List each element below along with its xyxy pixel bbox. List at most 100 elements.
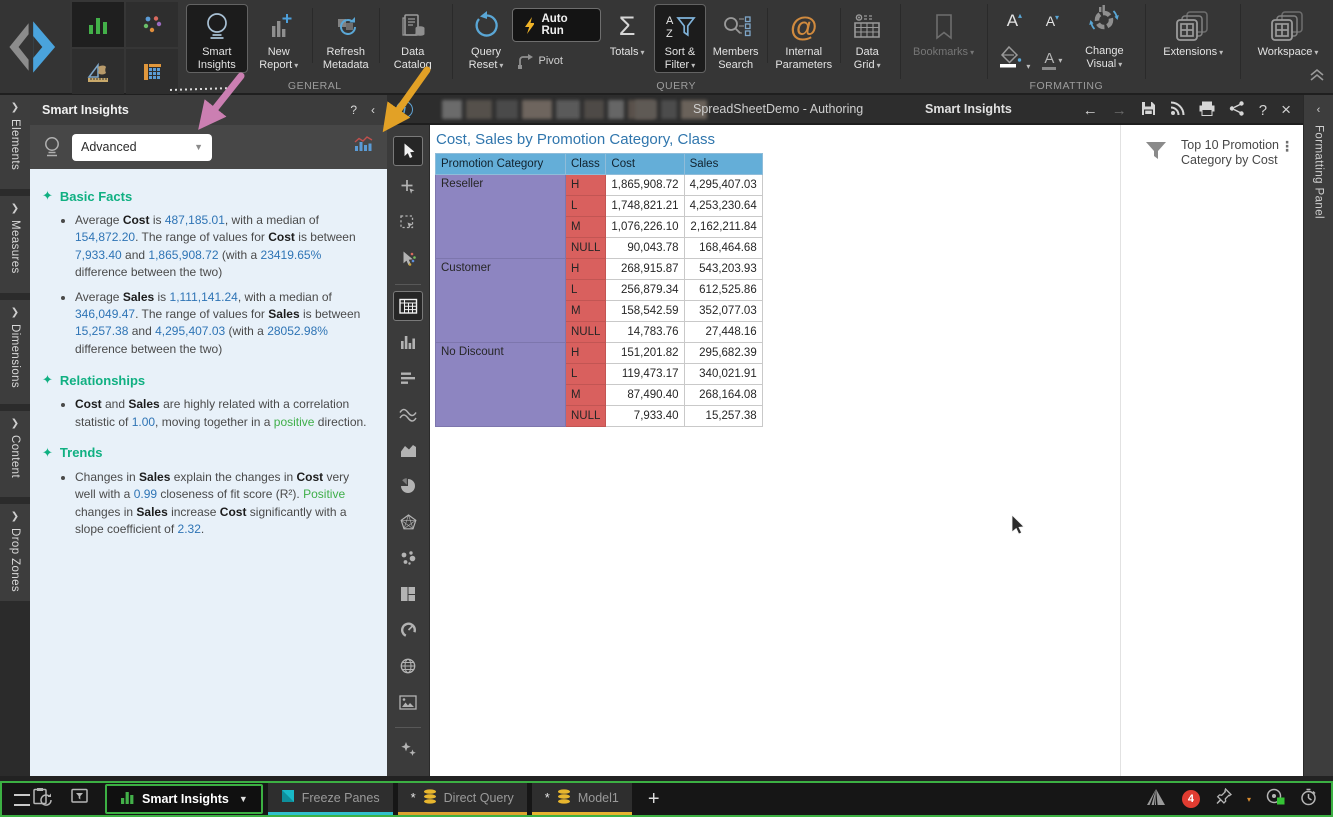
refresh-metadata-button[interactable]: Refresh Metadata bbox=[315, 4, 377, 73]
sales-cell[interactable]: 15,257.38 bbox=[684, 406, 762, 427]
font-increase-button[interactable]: A▴ bbox=[1007, 11, 1022, 31]
new-tab-button[interactable]: + bbox=[632, 783, 676, 815]
formatting-panel-strip[interactable]: ‹ Formatting Panel bbox=[1303, 95, 1333, 776]
area-chart-visual-tool[interactable] bbox=[393, 435, 423, 465]
sales-cell[interactable]: 168,464.68 bbox=[684, 238, 762, 259]
cost-cell[interactable]: 1,865,908.72 bbox=[606, 175, 684, 196]
forward-button[interactable]: → bbox=[1112, 102, 1127, 119]
column-header-class[interactable]: Class bbox=[566, 154, 606, 175]
canvas[interactable]: Cost, Sales by Promotion Category, Class… bbox=[430, 125, 1120, 776]
collapse-ribbon-button[interactable] bbox=[1309, 68, 1325, 87]
sales-cell[interactable]: 27,448.16 bbox=[684, 322, 762, 343]
line-chart-visual-tool[interactable] bbox=[393, 399, 423, 429]
sales-cell[interactable]: 4,295,407.03 bbox=[684, 175, 762, 196]
category-cell[interactable]: Reseller bbox=[436, 175, 566, 259]
query-reset-button[interactable]: Query Reset▾ bbox=[461, 4, 512, 73]
cost-cell[interactable]: 268,915.87 bbox=[606, 259, 684, 280]
insight-level-dropdown[interactable]: Advanced ▼ bbox=[72, 134, 212, 161]
column-header-promotion-category[interactable]: Promotion Category bbox=[436, 154, 566, 175]
quick-measure-tool-button[interactable] bbox=[72, 49, 124, 94]
workspace-button[interactable]: Workspace▾ bbox=[1249, 4, 1327, 60]
share-button[interactable] bbox=[1229, 101, 1245, 120]
taskbar-tab-model1[interactable]: *Model1 bbox=[532, 783, 632, 815]
row-chart-visual-tool[interactable] bbox=[393, 363, 423, 393]
sidebar-tab-measures[interactable]: ❯Measures bbox=[0, 196, 30, 293]
font-color-button[interactable]: A▾ bbox=[1042, 50, 1062, 67]
radar-chart-visual-tool[interactable] bbox=[393, 507, 423, 537]
bookmarks-button[interactable]: Bookmarks▾ bbox=[909, 4, 979, 60]
table-row[interactable]: No DiscountH151,201.82295,682.39 bbox=[436, 343, 763, 364]
print-button[interactable] bbox=[1199, 101, 1215, 120]
table-visual-tool[interactable] bbox=[393, 291, 423, 321]
cost-cell[interactable]: 1,076,226.10 bbox=[606, 217, 684, 238]
panel-collapse-button[interactable]: ‹ bbox=[371, 103, 375, 117]
sales-cell[interactable]: 340,021.91 bbox=[684, 364, 762, 385]
class-cell[interactable]: H bbox=[566, 259, 606, 280]
cost-cell[interactable]: 7,933.40 bbox=[606, 406, 684, 427]
sales-cell[interactable]: 295,682.39 bbox=[684, 343, 762, 364]
class-cell[interactable]: H bbox=[566, 175, 606, 196]
members-search-button[interactable]: Members Search bbox=[706, 4, 764, 73]
quick-bar-visual-button[interactable] bbox=[72, 2, 124, 47]
close-button[interactable]: × bbox=[1281, 100, 1291, 120]
sales-cell[interactable]: 543,203.93 bbox=[684, 259, 762, 280]
class-cell[interactable]: M bbox=[566, 217, 606, 238]
pointer-tool[interactable] bbox=[393, 136, 423, 166]
pivot-button[interactable]: Pivot bbox=[516, 53, 563, 69]
sidebar-tab-content[interactable]: ❯Content bbox=[0, 411, 30, 497]
cost-cell[interactable]: 119,473.17 bbox=[606, 364, 684, 385]
scatter-chart-visual-tool[interactable] bbox=[393, 543, 423, 573]
sidebar-tab-dimensions[interactable]: ❯Dimensions bbox=[0, 300, 30, 404]
back-button[interactable]: ← bbox=[1083, 102, 1098, 119]
class-cell[interactable]: NULL bbox=[566, 238, 606, 259]
broadcast-icon[interactable] bbox=[1170, 101, 1185, 120]
filter-view-button[interactable] bbox=[71, 788, 91, 810]
fill-color-button[interactable]: ▾ bbox=[998, 45, 1030, 72]
sales-cell[interactable]: 4,253,230.64 bbox=[684, 196, 762, 217]
chevron-down-icon[interactable]: ▾ bbox=[1247, 795, 1251, 804]
class-cell[interactable]: NULL bbox=[566, 406, 606, 427]
dundas-mini-button[interactable] bbox=[1145, 788, 1167, 811]
treemap-visual-tool[interactable] bbox=[393, 579, 423, 609]
category-cell[interactable]: Customer bbox=[436, 259, 566, 343]
sales-cell[interactable]: 352,077.03 bbox=[684, 301, 762, 322]
bar-chart-visual-tool[interactable] bbox=[393, 327, 423, 357]
cost-cell[interactable]: 90,043.78 bbox=[606, 238, 684, 259]
table-row[interactable]: CustomerH268,915.87543,203.93 bbox=[436, 259, 763, 280]
column-header-cost[interactable]: Cost bbox=[606, 154, 684, 175]
sort-filter-button[interactable]: AZ Sort & Filter▾ bbox=[654, 4, 707, 73]
notification-badge[interactable]: 4 bbox=[1182, 790, 1200, 808]
class-cell[interactable]: L bbox=[566, 196, 606, 217]
cost-cell[interactable]: 256,879.34 bbox=[606, 280, 684, 301]
totals-button[interactable]: Σ Totals▾ bbox=[601, 4, 654, 60]
filter-menu-button[interactable]: ⋮ bbox=[1280, 138, 1294, 155]
screen-capture-button[interactable] bbox=[1266, 788, 1285, 810]
extensions-button[interactable]: Extensions▾ bbox=[1154, 4, 1232, 60]
smart-visual-tool[interactable] bbox=[393, 734, 423, 764]
cost-cell[interactable]: 14,783.76 bbox=[606, 322, 684, 343]
class-cell[interactable]: M bbox=[566, 385, 606, 406]
change-visual-button[interactable]: Change Visual▾ bbox=[1071, 45, 1137, 70]
class-cell[interactable]: L bbox=[566, 280, 606, 301]
class-cell[interactable]: NULL bbox=[566, 322, 606, 343]
sales-cell[interactable]: 268,164.08 bbox=[684, 385, 762, 406]
cost-cell[interactable]: 87,490.40 bbox=[606, 385, 684, 406]
taskbar-tab-direct-query[interactable]: *Direct Query bbox=[398, 783, 527, 815]
rectangle-select-tool[interactable] bbox=[393, 208, 423, 238]
pin-button[interactable] bbox=[1215, 788, 1232, 810]
smart-insights-button[interactable]: Smart Insights bbox=[186, 4, 248, 73]
quick-grid-visual-button[interactable] bbox=[126, 49, 178, 94]
checkout-button[interactable] bbox=[32, 787, 53, 811]
help-button[interactable]: ? bbox=[1259, 102, 1267, 119]
sales-cell[interactable]: 2,162,211.84 bbox=[684, 217, 762, 238]
font-decrease-button[interactable]: A▾ bbox=[1046, 13, 1059, 29]
sales-cell[interactable]: 612,525.86 bbox=[684, 280, 762, 301]
pie-chart-visual-tool[interactable] bbox=[393, 471, 423, 501]
class-cell[interactable]: L bbox=[566, 364, 606, 385]
gauge-visual-tool[interactable] bbox=[393, 615, 423, 645]
taskbar-tab-smart-insights[interactable]: Smart Insights▼ bbox=[105, 784, 263, 814]
save-button[interactable] bbox=[1141, 101, 1156, 120]
info-icon[interactable]: i bbox=[396, 101, 413, 118]
panel-help-button[interactable]: ? bbox=[350, 103, 357, 117]
quick-scatter-visual-button[interactable] bbox=[126, 2, 178, 47]
